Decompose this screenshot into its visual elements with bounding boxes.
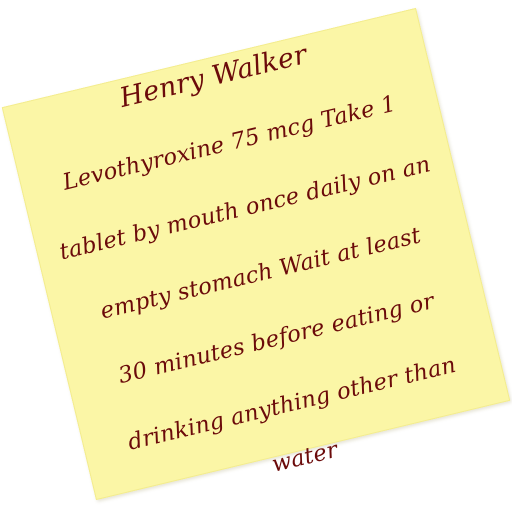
canvas: Henry Walker Levothyroxine 75 mcg Take 1… bbox=[0, 0, 512, 512]
handwritten-prescription-note: Henry Walker Levothyroxine 75 mcg Take 1… bbox=[1, 7, 511, 501]
